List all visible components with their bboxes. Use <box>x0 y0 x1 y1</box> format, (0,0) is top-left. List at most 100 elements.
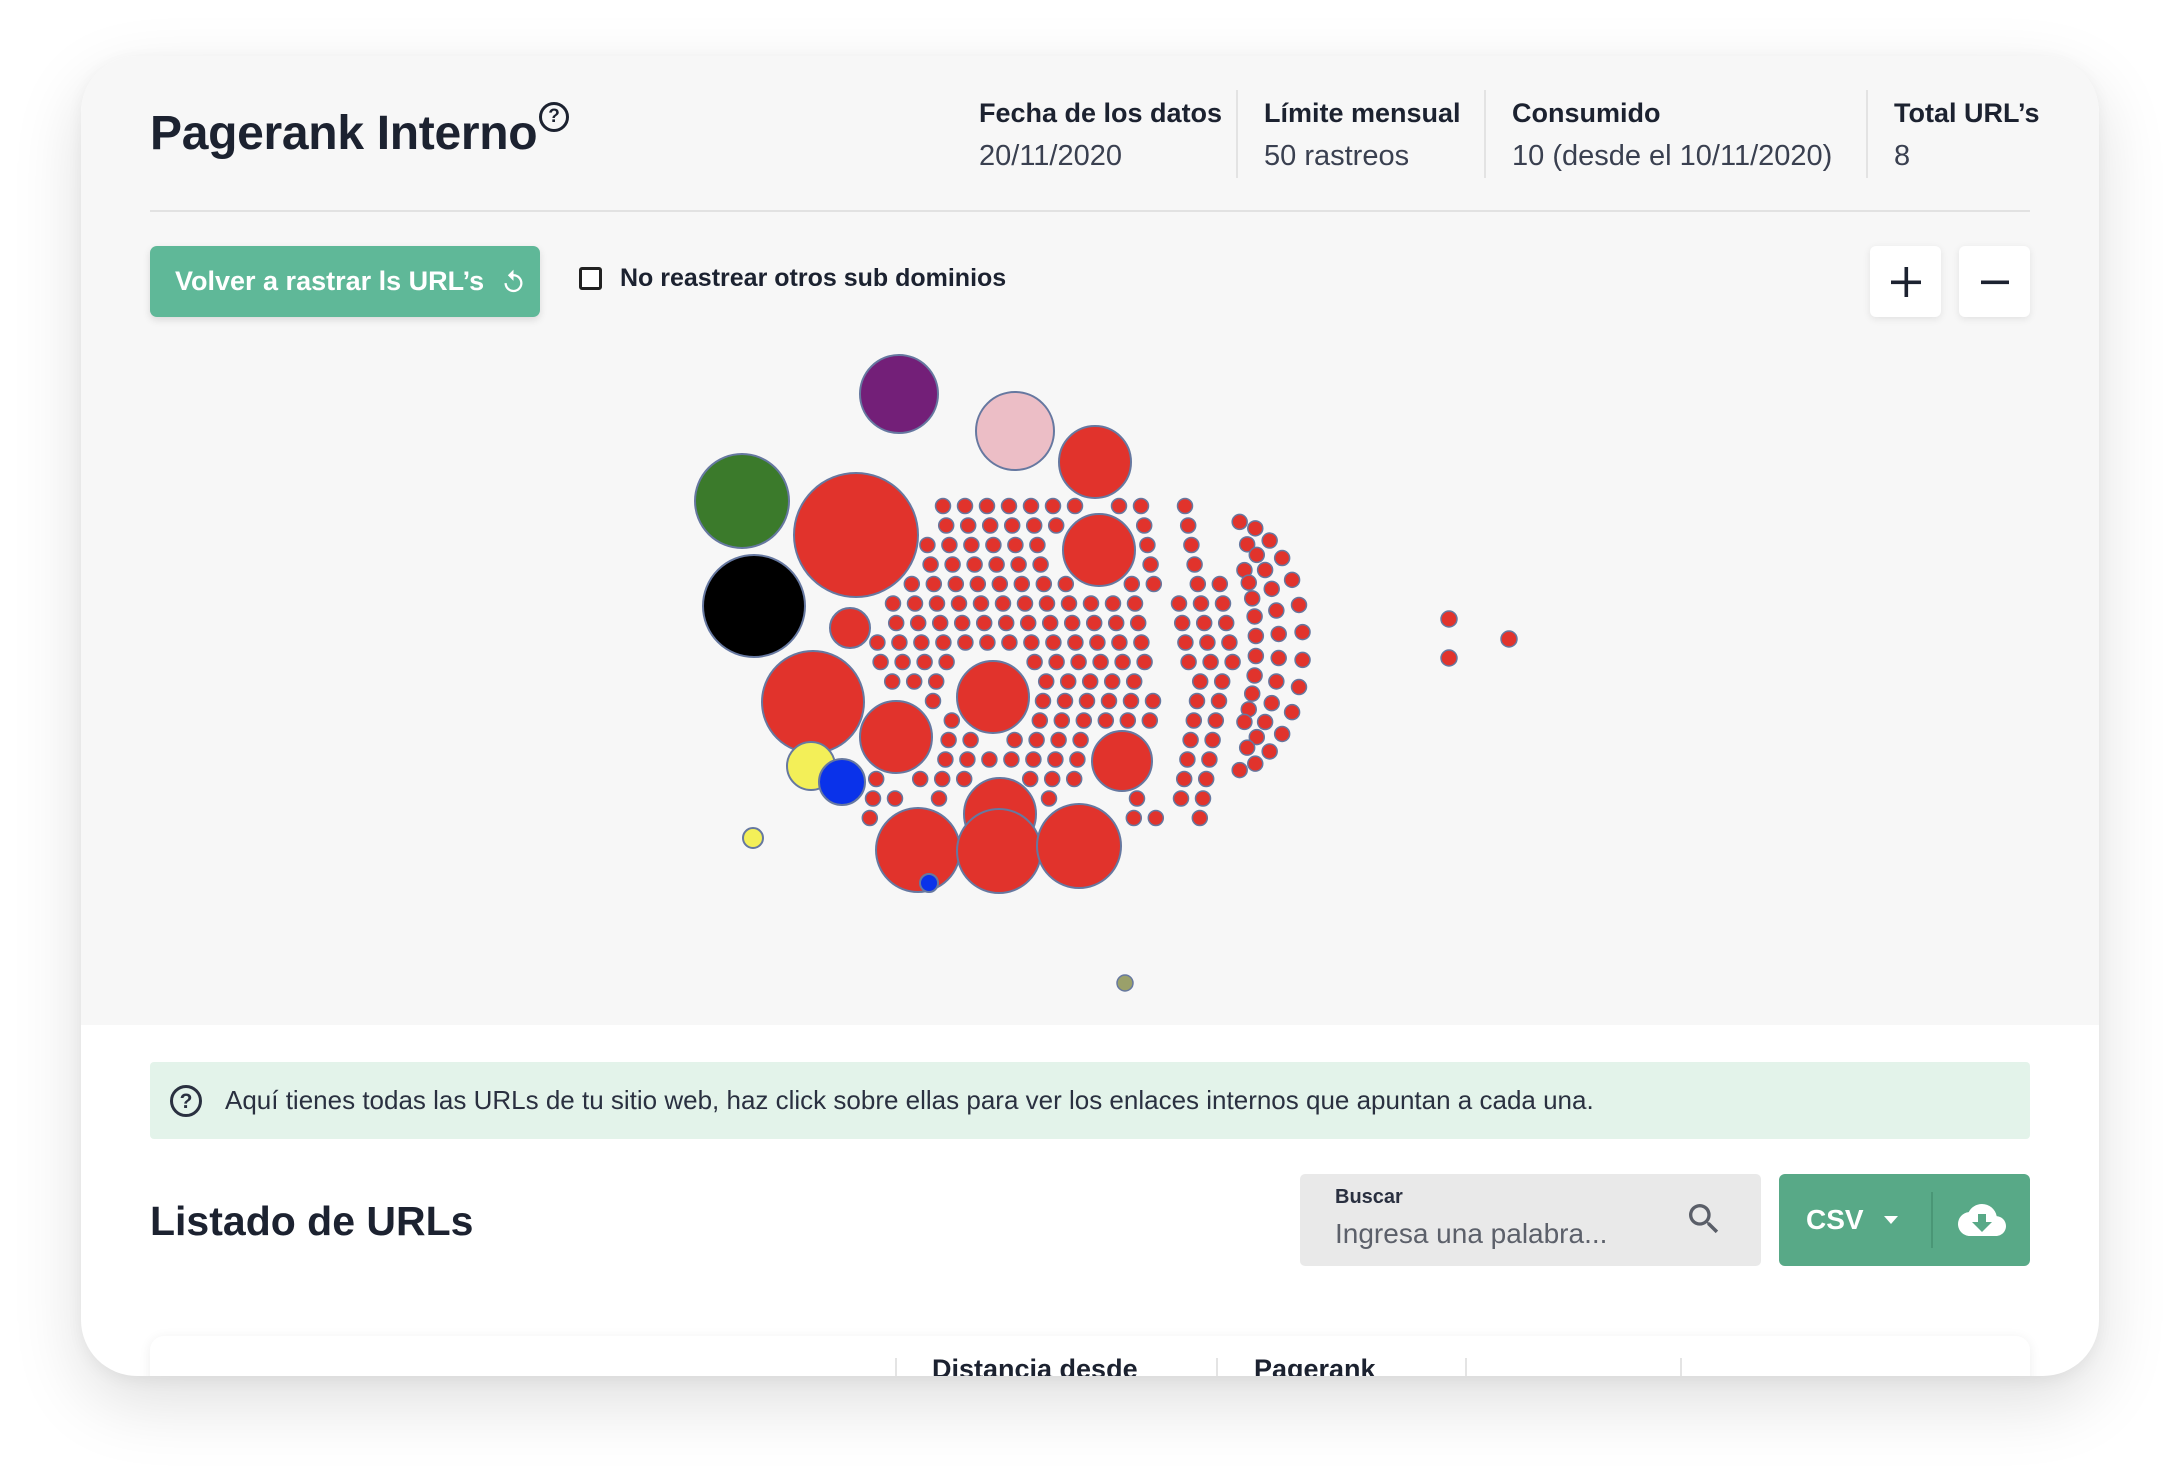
graph-node[interactable] <box>1270 625 1287 643</box>
graph-node[interactable] <box>1261 532 1278 549</box>
graph-node[interactable] <box>1007 536 1024 554</box>
graph-node[interactable] <box>963 536 980 554</box>
graph-node[interactable] <box>935 634 952 651</box>
graph-node[interactable] <box>1110 497 1128 515</box>
graph-node[interactable] <box>1247 627 1265 645</box>
graph-node[interactable] <box>962 731 979 749</box>
graph-node[interactable] <box>913 634 930 651</box>
graph-node[interactable] <box>1043 770 1061 788</box>
graph-node[interactable] <box>1204 731 1221 749</box>
graph-node[interactable] <box>1111 634 1128 651</box>
graph-node[interactable] <box>869 634 886 651</box>
graph-node[interactable] <box>1141 712 1159 729</box>
graph-node[interactable] <box>925 575 943 593</box>
graph-node[interactable] <box>1256 561 1274 579</box>
graph-node[interactable] <box>1135 517 1153 534</box>
graph-node[interactable] <box>1294 623 1311 641</box>
graph-node[interactable] <box>937 751 954 768</box>
graph-node[interactable] <box>1031 712 1049 729</box>
graph-node[interactable] <box>1129 614 1147 632</box>
graph-node[interactable] <box>1000 497 1018 515</box>
graph-node[interactable] <box>1217 614 1235 632</box>
graph-node[interactable] <box>1038 595 1056 612</box>
graph-node[interactable] <box>944 556 961 573</box>
graph-node[interactable] <box>1070 653 1087 671</box>
graph-node[interactable] <box>1191 809 1209 827</box>
graph-node[interactable] <box>1170 595 1188 612</box>
graph-node[interactable] <box>916 653 933 671</box>
graph-node[interactable] <box>1059 673 1077 690</box>
graph-node[interactable] <box>1119 712 1137 729</box>
graph-node[interactable] <box>1044 497 1062 515</box>
graph-node[interactable] <box>969 575 987 593</box>
graph-node[interactable] <box>1021 770 1039 788</box>
graph-node[interactable] <box>956 660 1030 734</box>
graph-node[interactable] <box>793 472 919 598</box>
graph-node[interactable] <box>941 536 958 554</box>
graph-node[interactable] <box>1081 673 1099 690</box>
graph-node[interactable] <box>1440 610 1458 628</box>
graph-node[interactable] <box>818 758 866 806</box>
graph-node[interactable] <box>1116 974 1134 992</box>
graph-node[interactable] <box>1213 673 1231 690</box>
graph-node[interactable] <box>1175 770 1193 788</box>
graph-node[interactable] <box>1132 497 1150 515</box>
graph-node[interactable] <box>1248 546 1266 564</box>
graph-node[interactable] <box>1062 513 1136 587</box>
graph-node[interactable] <box>872 653 889 671</box>
graph-node[interactable] <box>1036 803 1122 889</box>
graph-node[interactable] <box>1270 649 1287 667</box>
graph-node[interactable] <box>938 653 955 671</box>
graph-node[interactable] <box>1023 634 1040 651</box>
graph-node[interactable] <box>906 595 924 612</box>
graph-node[interactable] <box>1069 751 1086 768</box>
graph-node[interactable] <box>1085 614 1103 632</box>
graph-node[interactable] <box>1128 790 1146 807</box>
recrawl-urls-button[interactable]: Volver a rastrar ls URL’s <box>150 246 540 317</box>
graph-node[interactable] <box>1247 647 1265 665</box>
graph-node[interactable] <box>975 391 1055 471</box>
graph-node[interactable] <box>883 673 901 690</box>
graph-node[interactable] <box>959 751 976 768</box>
column-header-distance[interactable]: Distancia desde <box>932 1354 1138 1376</box>
graph-node[interactable] <box>1047 517 1065 534</box>
graph-node[interactable] <box>1246 667 1263 684</box>
graph-node[interactable] <box>1210 692 1228 710</box>
graph-node[interactable] <box>1243 590 1261 607</box>
graph-node[interactable] <box>997 614 1015 632</box>
graph-node[interactable] <box>1142 556 1159 573</box>
graph-node[interactable] <box>981 751 998 768</box>
graph-node[interactable] <box>1246 608 1263 625</box>
graph-node[interactable] <box>1186 556 1203 573</box>
graph-node[interactable] <box>1172 790 1190 807</box>
graph-node[interactable] <box>1035 575 1053 593</box>
graph-node[interactable] <box>1221 634 1238 651</box>
graph-node[interactable] <box>956 497 974 515</box>
graph-node[interactable] <box>1066 497 1084 515</box>
graph-node[interactable] <box>1089 634 1106 651</box>
graph-node[interactable] <box>1029 536 1046 554</box>
graph-node[interactable] <box>919 536 936 554</box>
column-header-pagerank[interactable]: Pagerank <box>1254 1354 1376 1376</box>
export-format-dropdown[interactable]: CSV <box>1779 1174 1931 1266</box>
graph-node[interactable] <box>994 595 1012 612</box>
graph-node[interactable] <box>953 614 971 632</box>
graph-node[interactable] <box>1189 575 1207 593</box>
graph-node[interactable] <box>875 807 961 893</box>
zoom-out-button[interactable] <box>1959 246 2030 317</box>
graph-node[interactable] <box>1191 673 1209 690</box>
graph-node[interactable] <box>1013 575 1031 593</box>
graph-node[interactable] <box>1440 649 1458 667</box>
graph-node[interactable] <box>1263 694 1280 712</box>
no-subdomains-checkbox[interactable] <box>579 267 602 290</box>
graph-node[interactable] <box>911 770 929 788</box>
graph-node[interactable] <box>931 614 949 632</box>
graph-node[interactable] <box>1092 653 1109 671</box>
graph-node[interactable] <box>1238 739 1256 756</box>
graph-node[interactable] <box>956 808 1042 894</box>
graph-node[interactable] <box>1133 634 1150 651</box>
graph-node[interactable] <box>859 700 933 774</box>
graph-node[interactable] <box>1231 513 1248 531</box>
graph-node[interactable] <box>1022 497 1040 515</box>
graph-node[interactable] <box>1283 703 1301 721</box>
